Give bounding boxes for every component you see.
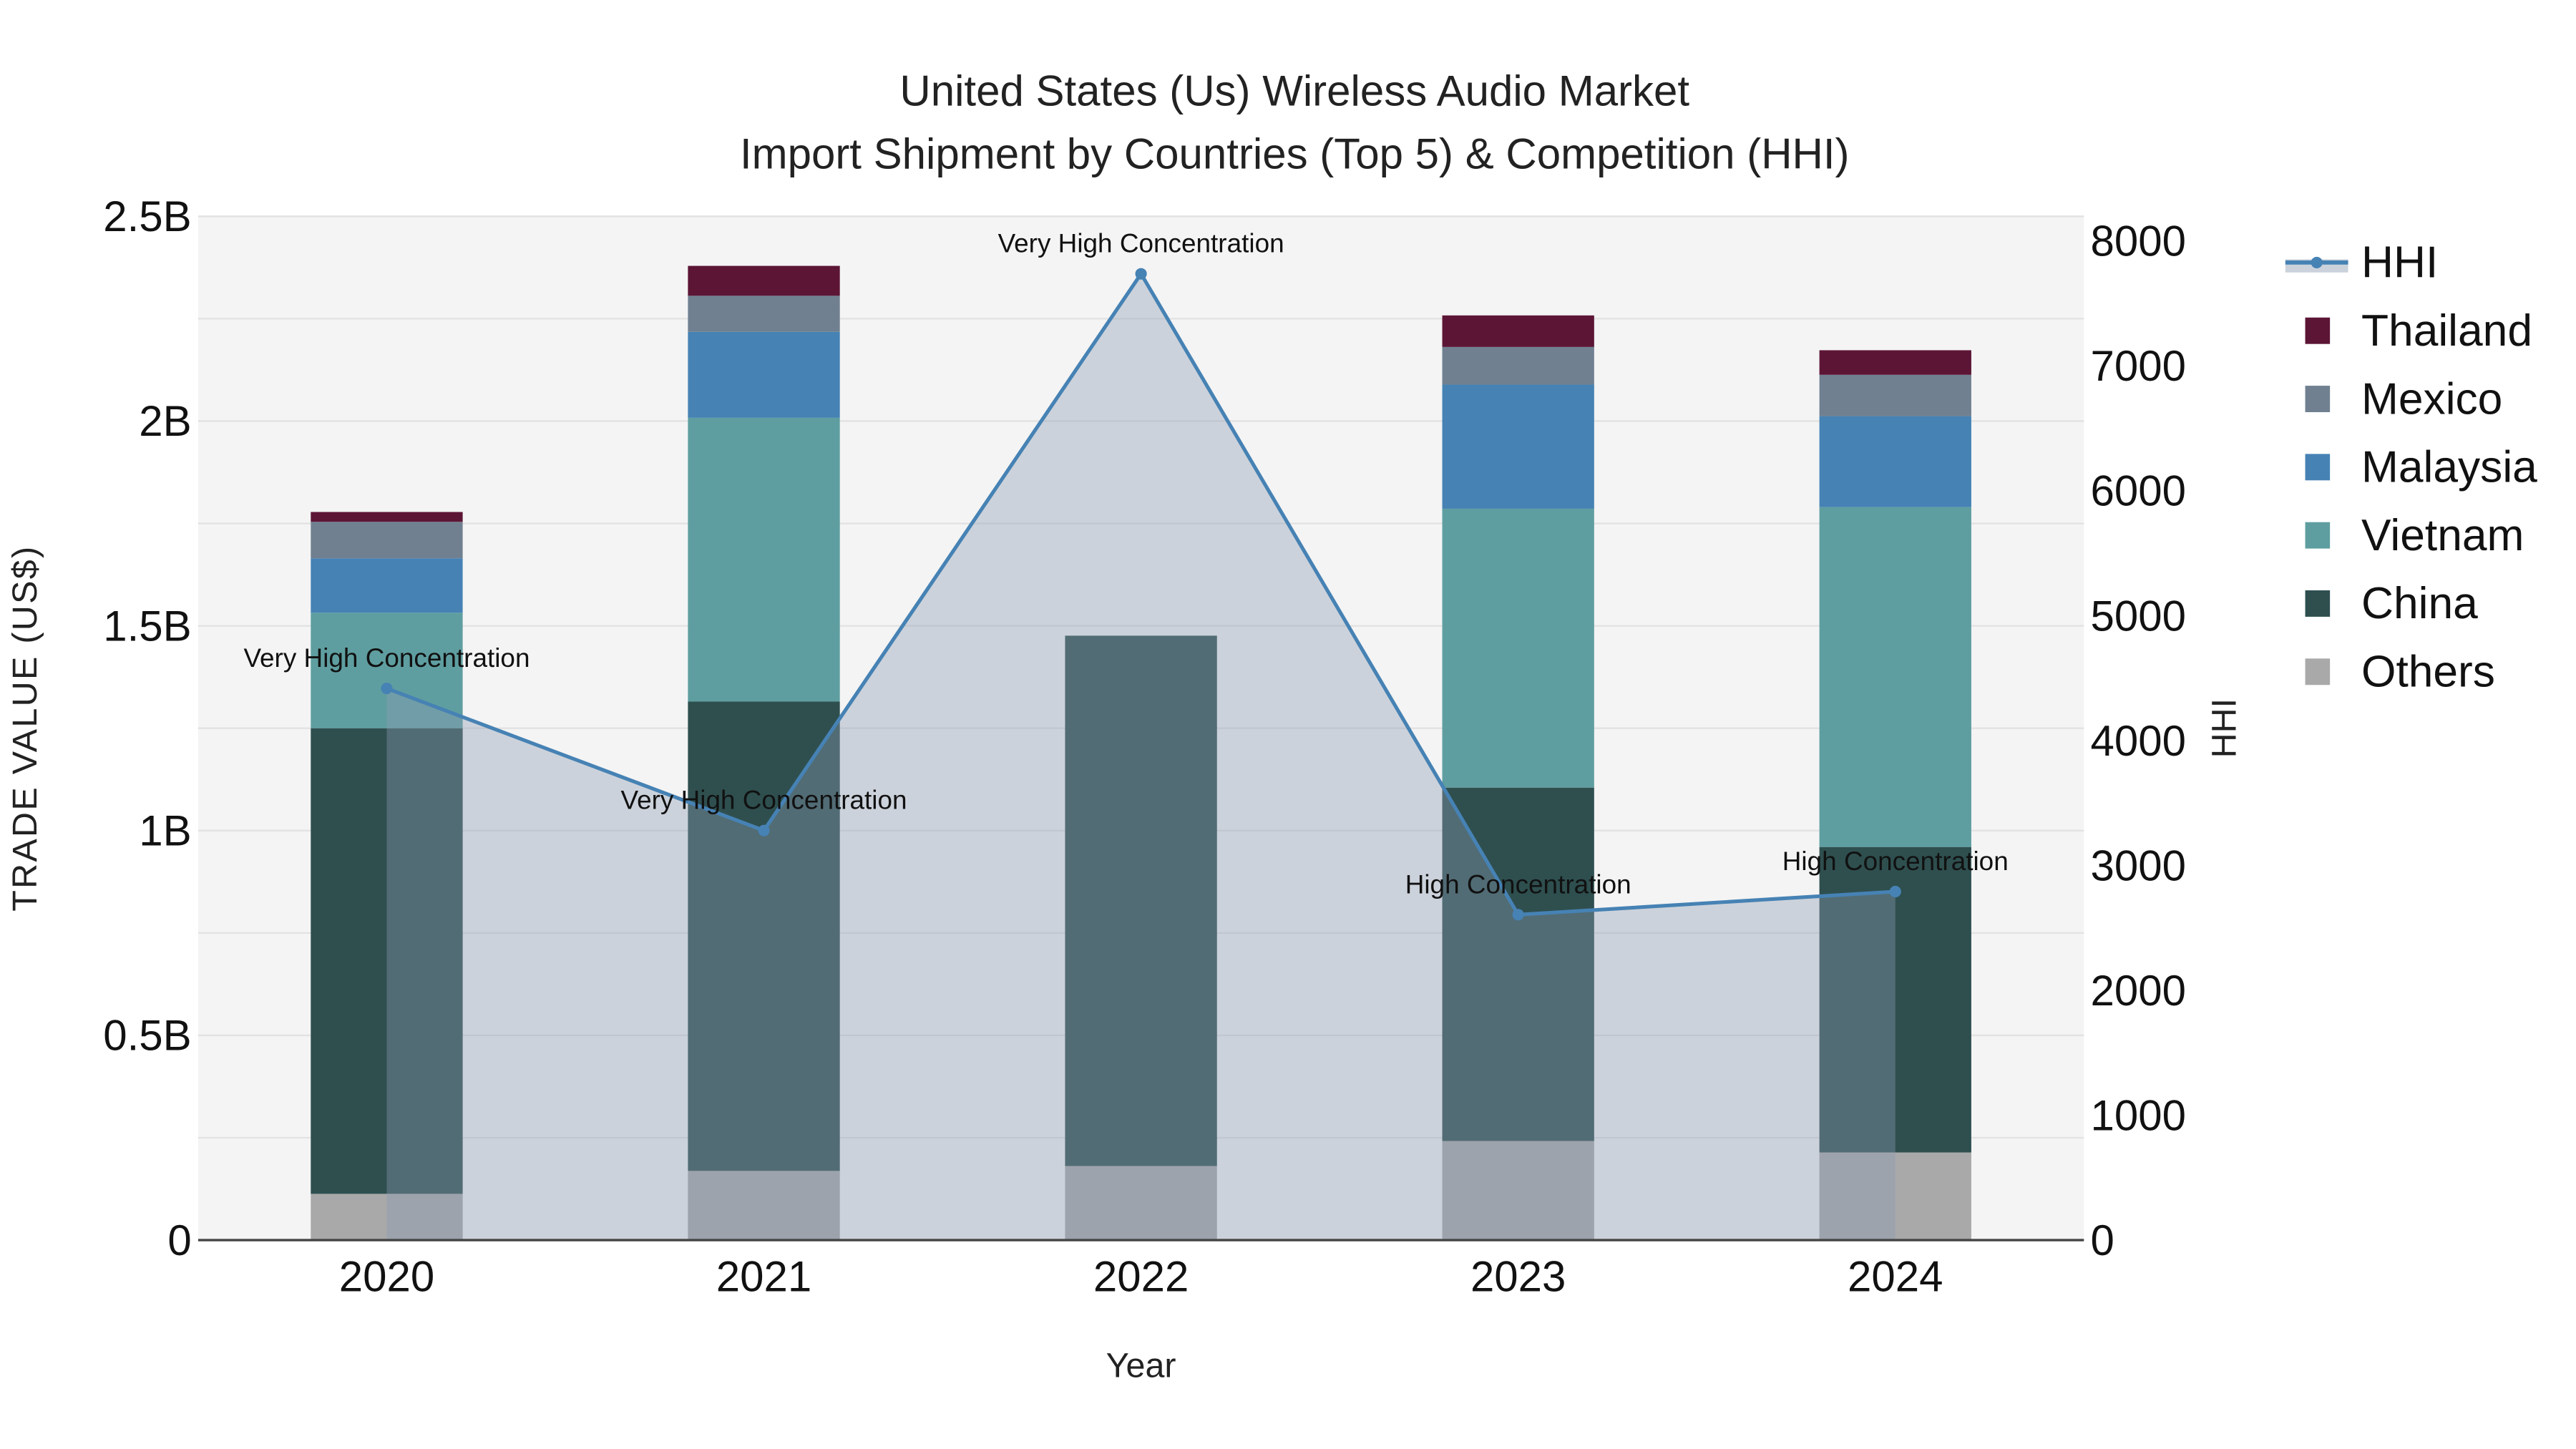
legend: HHI Thailand Mexico Malaysia Vietnam China Oth…	[2285, 238, 2537, 697]
bar-thailand-2021	[688, 265, 840, 296]
legend-label-thailand: Thailand	[2361, 306, 2532, 356]
bar-malaysia-2023	[1442, 384, 1594, 509]
x-tick-label: 2020	[339, 1253, 434, 1301]
y-tick-label: 0.5B	[103, 1012, 191, 1060]
y-axis-label: TRADE VALUE (US$)	[6, 545, 44, 912]
legend-swatch-china	[2305, 590, 2331, 617]
y2-tick-label: 3000	[2091, 841, 2186, 889]
legend-label-mexico: Mexico	[2361, 374, 2502, 424]
legend-swatch-thailand	[2305, 317, 2331, 344]
legend-label-china: China	[2361, 579, 2478, 628]
y2-axis-ticks: 0 1000 2000 3000 4000 5000 6000 7000 8000	[2091, 218, 2186, 1264]
hhi-annotation: High Concentration	[1782, 847, 2009, 876]
hhi-annotation: Very High Concentration	[621, 786, 907, 815]
legend-swatch-mexico	[2305, 386, 2331, 412]
y2-tick-label: 6000	[2091, 467, 2186, 515]
y-tick-label: 0	[167, 1216, 191, 1264]
bar-vietnam-2021	[688, 417, 840, 702]
legend-swatch-vietnam	[2305, 522, 2331, 549]
hhi-point-2024	[1889, 885, 1901, 898]
hhi-point-2022	[1135, 268, 1147, 280]
hhi-annotation: High Concentration	[1405, 869, 1631, 899]
bar-mexico-2024	[1819, 374, 1971, 416]
bar-thailand-2023	[1442, 315, 1594, 347]
y2-tick-label: 8000	[2091, 218, 2186, 265]
x-tick-label: 2024	[1848, 1253, 1943, 1301]
legend-label-others: Others	[2361, 648, 2495, 697]
bar-vietnam-2023	[1442, 508, 1594, 788]
legend-swatch-malaysia	[2305, 454, 2331, 481]
y2-tick-label: 2000	[2091, 967, 2186, 1015]
y-tick-label: 2.5B	[103, 192, 191, 240]
legend-label-hhi: HHI	[2361, 238, 2438, 288]
hhi-point-2020	[381, 682, 393, 695]
bar-mexico-2020	[311, 522, 463, 559]
y-tick-label: 1.5B	[103, 602, 191, 650]
chart: United States (Us) Wireless Audio Market…	[6, 67, 2537, 1385]
legend-label-malaysia: Malaysia	[2361, 443, 2537, 492]
y2-tick-label: 7000	[2091, 342, 2186, 390]
hhi-annotation: Very High Concentration	[998, 229, 1284, 258]
bar-vietnam-2024	[1819, 507, 1971, 847]
bar-malaysia-2024	[1819, 416, 1971, 507]
y2-tick-label: 4000	[2091, 717, 2186, 765]
y-axis-ticks: 0 0.5B 1B 1.5B 2B 2.5B	[103, 192, 191, 1264]
chart-subtitle: Import Shipment by Countries (Top 5) & C…	[740, 130, 1850, 177]
bar-thailand-2020	[311, 512, 463, 522]
x-tick-label: 2023	[1470, 1253, 1566, 1301]
bar-malaysia-2021	[688, 331, 840, 418]
bar-mexico-2021	[688, 296, 840, 332]
x-tick-label: 2021	[716, 1253, 811, 1301]
x-tick-label: 2022	[1093, 1253, 1189, 1301]
bar-malaysia-2020	[311, 558, 463, 613]
hhi-point-2021	[758, 824, 770, 836]
y2-axis-label: HHI	[2205, 698, 2244, 758]
hhi-annotation: Very High Concentration	[243, 643, 530, 673]
legend-swatch-hhi-marker	[2311, 256, 2323, 268]
chart-title: United States (Us) Wireless Audio Market	[899, 67, 1689, 115]
y2-tick-label: 1000	[2091, 1091, 2186, 1139]
legend-swatch-others	[2305, 658, 2331, 686]
legend-label-vietnam: Vietnam	[2361, 511, 2524, 560]
y2-tick-label: 5000	[2091, 592, 2186, 640]
y-tick-label: 1B	[139, 807, 191, 855]
hhi-point-2023	[1512, 909, 1524, 921]
y2-tick-label: 0	[2091, 1216, 2114, 1264]
y-tick-label: 2B	[139, 397, 191, 445]
bar-thailand-2024	[1819, 350, 1971, 375]
x-axis-label: Year	[1106, 1347, 1176, 1385]
x-axis-ticks: 2020 2021 2022 2023 2024	[339, 1253, 1943, 1301]
bar-mexico-2023	[1442, 346, 1594, 385]
